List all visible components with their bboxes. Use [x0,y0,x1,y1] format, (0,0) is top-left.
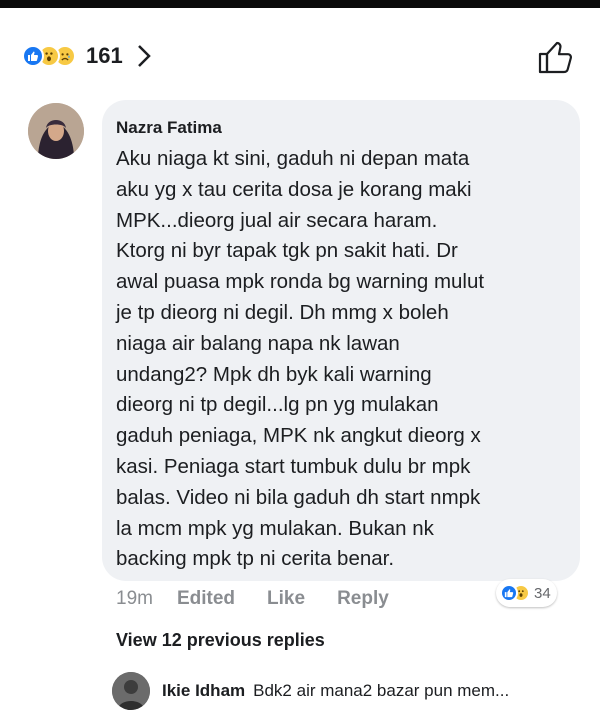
thumbs-up-icon[interactable] [538,40,574,79]
like-icon [22,45,44,67]
reply-author[interactable]: Ikie Idham [162,681,245,701]
comment-reactions[interactable]: 34 [496,579,557,607]
reaction-count: 161 [86,43,123,68]
reply-button[interactable]: Reply [337,588,389,610]
like-icon [500,584,518,602]
chevron-right-icon[interactable] [137,44,151,68]
comment-author[interactable]: Nazra Fatima [116,118,566,138]
like-button[interactable]: Like [267,588,305,610]
edited-label[interactable]: Edited [177,588,235,610]
reply-preview[interactable]: Ikie Idham Bdk2 air mana2 bazar pun mem.… [112,672,509,710]
comment-reaction-count: 34 [534,584,551,602]
top-bar [0,0,600,8]
comment-bubble: Nazra Fatima Aku niaga kt sini, gaduh ni… [102,100,580,581]
reply-snippet: Bdk2 air mana2 bazar pun mem... [253,681,510,700]
reply-avatar[interactable] [112,672,150,710]
comment-time[interactable]: 19m [116,588,153,610]
reactions-summary[interactable]: 161 [22,36,151,76]
avatar[interactable] [28,103,84,159]
view-previous-replies-link[interactable]: View 12 previous replies [116,630,325,651]
comment-actions: 19m Edited Like Reply [116,588,421,610]
comment-text: Aku niaga kt sini, gaduh ni depan mata a… [116,147,485,571]
